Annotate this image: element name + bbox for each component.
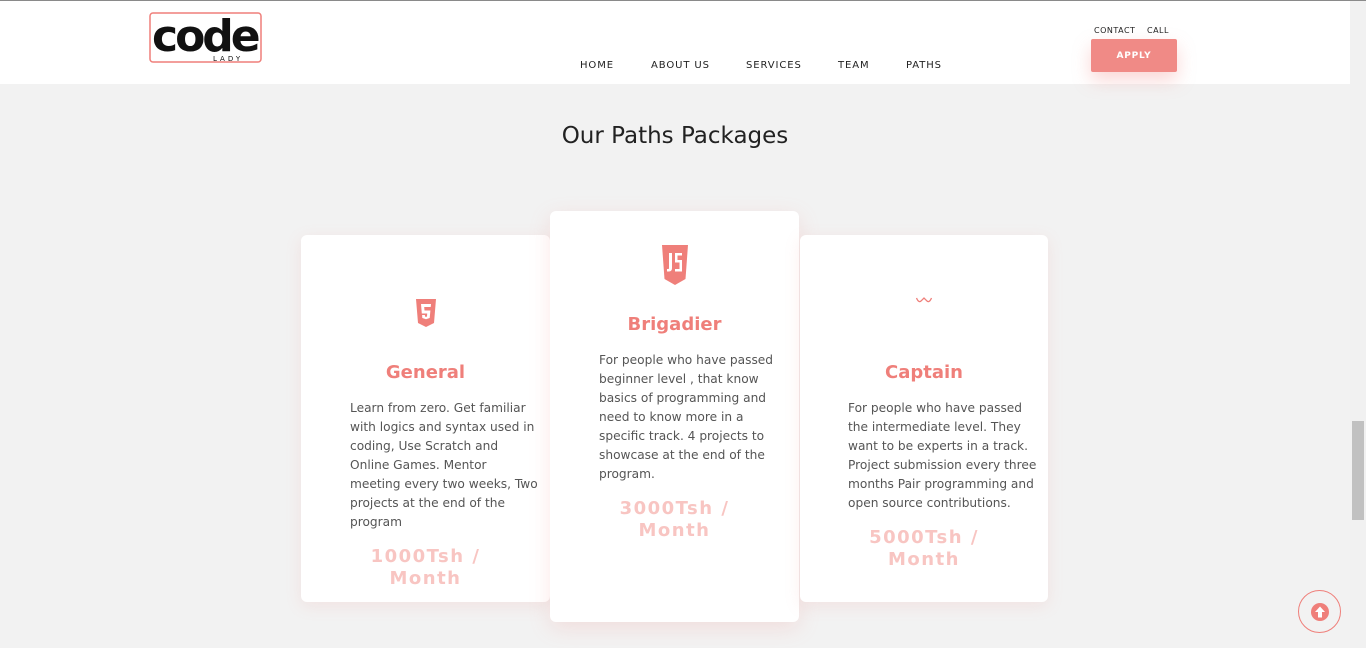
package-card-captain: Captain For people who have passed the i… <box>800 235 1048 602</box>
scrollbar-thumb[interactable] <box>1352 421 1364 520</box>
package-price-period: Month <box>389 568 462 589</box>
package-card-general: General Learn from zero. Get familiar wi… <box>301 235 550 602</box>
nav-item-paths[interactable]: PATHS <box>906 60 942 71</box>
package-card-brigadier: Brigadier For people who have passed beg… <box>550 211 799 622</box>
html5-icon <box>301 298 550 328</box>
section-title: Our Paths Packages <box>561 123 789 149</box>
page-scrollbar[interactable] <box>1350 1 1366 648</box>
package-title: General <box>385 362 466 383</box>
package-title: Brigadier <box>627 314 722 335</box>
wave-icon <box>800 295 1048 305</box>
call-link[interactable]: CALL <box>1147 26 1169 35</box>
arrow-up-icon <box>1310 602 1329 621</box>
package-description: For people who have passed the intermedi… <box>848 401 1037 510</box>
package-price: 1000Tsh / Month <box>301 546 550 590</box>
nav-item-home[interactable]: HOME <box>580 60 614 71</box>
nav-item-services[interactable]: SERVICES <box>746 60 802 71</box>
contact-link[interactable]: CONTACT <box>1094 26 1135 35</box>
package-price: 3000Tsh / Month <box>550 498 799 542</box>
site-header: code LADY HOME ABOUT US SERVICES TEAM PA… <box>0 1 1350 84</box>
package-price-period: Month <box>887 549 960 570</box>
package-price-amount: 3000Tsh / <box>619 498 730 519</box>
package-price: 5000Tsh / Month <box>800 527 1048 571</box>
package-price-amount: 1000Tsh / <box>370 546 481 567</box>
package-description: For people who have passed beginner leve… <box>599 353 774 481</box>
scroll-to-top-button[interactable] <box>1298 590 1341 633</box>
package-price-period: Month <box>638 520 711 541</box>
package-price-amount: 5000Tsh / <box>869 527 979 548</box>
code-lady-logo[interactable]: code LADY <box>149 11 262 64</box>
package-description: Learn from zero. Get familiar with logic… <box>350 401 538 529</box>
javascript-icon <box>550 244 799 286</box>
apply-button[interactable]: APPLY <box>1091 39 1177 72</box>
package-title: Captain <box>885 362 963 383</box>
nav-item-about-us[interactable]: ABOUT US <box>651 60 710 71</box>
nav-item-team[interactable]: TEAM <box>838 60 870 71</box>
